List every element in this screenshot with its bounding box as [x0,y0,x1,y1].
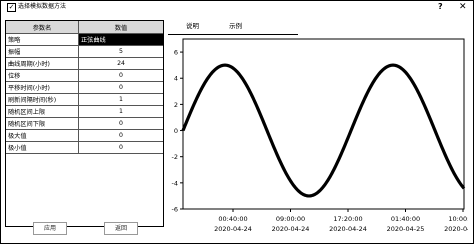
table-row[interactable]: 极大值 0 [6,129,163,142]
y-tick-label: 2 [174,101,178,109]
table-row[interactable]: 振幅 5 [6,45,163,58]
x-tick-date: 2020-04-24 [329,225,367,233]
x-tick-date: 2020-04-25 [444,225,468,233]
back-button[interactable]: 返回 [104,222,138,235]
tab-bar: 说明 示例 [168,20,468,34]
param-value[interactable]: 0 [78,129,163,142]
y-tick-label: -6 [172,206,178,214]
param-name: 极大值 [6,129,79,142]
chart-svg: -6 -4 -2 0 2 4 6 00:40:00 2020-04-24 09:00:00 2020… [172,38,474,233]
param-name: 刷新间隔时间(秒) [6,93,79,106]
table-row[interactable]: 极小值 0 [6,141,163,154]
title-checkbox[interactable]: ✓ [7,3,16,12]
help-button[interactable]: ? [438,1,443,13]
close-button[interactable]: ✕ [459,1,467,13]
title-bar: ✓ 选择模拟数据方法 ? ✕ [1,1,473,14]
param-name: 随机区间下限 [6,117,79,130]
param-value[interactable]: 0 [78,117,163,130]
x-tick-time: 09:00:00 [276,215,305,223]
param-value[interactable]: 1 [78,105,163,118]
param-value[interactable]: 0 [78,81,163,94]
example-chart: -6 -4 -2 0 2 4 6 00:40:00 2020-04-24 09:00:00 2020… [168,36,474,241]
table-row[interactable]: 随机区间上限 1 [6,105,163,118]
param-value[interactable]: 24 [78,57,163,70]
param-name: 振幅 [6,45,79,58]
param-value[interactable]: 1 [78,93,163,106]
x-tick-time: 10:00:00 [448,215,468,223]
tab-example[interactable]: 示例 [229,21,242,31]
y-tick-label: 0 [174,127,178,135]
column-header-name: 参数名 [6,21,79,34]
apply-button[interactable]: 应用 [33,222,67,235]
param-value[interactable]: 0 [78,141,163,154]
column-header-value: 数值 [78,21,163,34]
x-tick-date: 2020-04-24 [214,225,252,233]
param-name: 策略 [6,33,79,46]
param-value[interactable]: 0 [78,69,163,82]
y-tick-label: 6 [174,49,178,57]
window-title: 选择模拟数据方法 [18,3,67,10]
table-row[interactable]: 平移时间(小时) 0 [6,81,163,94]
table-row[interactable]: 曲线周期(小时) 24 [6,57,163,70]
grid-header-row: 参数名 数值 [6,21,163,34]
param-name: 随机区间上限 [6,105,79,118]
x-tick-date: 2020-04-24 [272,225,310,233]
x-tick-date: 2020-04-25 [387,225,425,233]
param-name: 平移时间(小时) [6,81,79,94]
param-name: 极小值 [6,141,79,154]
x-tick-time: 17:20:00 [333,215,362,223]
param-value[interactable]: 5 [78,45,163,58]
param-name: 位移 [6,69,79,82]
x-tick-time: 00:40:00 [218,215,247,223]
y-tick-label: -2 [172,153,178,161]
strategy-select[interactable]: 正弦曲线 [78,33,163,46]
table-row[interactable]: 刷新间隔时间(秒) 1 [6,93,163,106]
y-tick-label: 4 [174,75,178,83]
series-line [181,63,466,198]
x-tick-time: 01:40:00 [391,215,420,223]
table-row[interactable]: 位移 0 [6,69,163,82]
parameter-grid: 参数名 数值 策略 正弦曲线 振幅 5 曲线周期(小时) 24 位移 0 平移时… [5,20,164,227]
table-row[interactable]: 随机区间下限 0 [6,117,163,130]
y-tick-label: -4 [172,179,178,187]
tab-underline [168,34,298,35]
param-name: 曲线周期(小时) [6,57,79,70]
tab-description[interactable]: 说明 [186,21,199,31]
table-row[interactable]: 策略 正弦曲线 [6,33,163,46]
